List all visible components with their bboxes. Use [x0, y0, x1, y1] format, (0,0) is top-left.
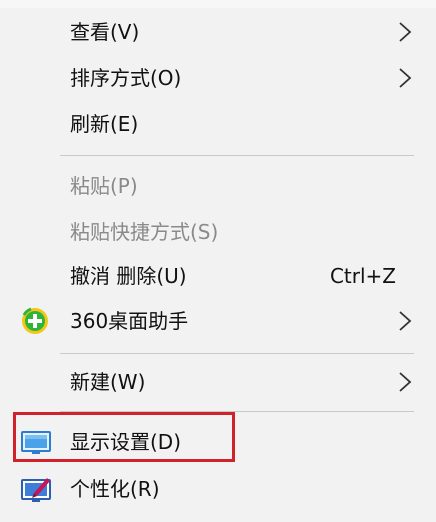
chevron-right-icon	[399, 68, 412, 88]
personalize-icon	[21, 478, 51, 502]
chevron-right-icon	[399, 22, 412, 42]
menu-item-view[interactable]: 查看(V)	[0, 10, 436, 54]
menu-item-label: 撤消 删除(U)	[70, 264, 187, 288]
menu-item-undo-delete[interactable]: 撤消 删除(U) Ctrl+Z	[0, 254, 436, 298]
menu-item-refresh[interactable]: 刷新(E)	[0, 102, 436, 146]
menu-item-paste-shortcut: 粘贴快捷方式(S)	[0, 210, 436, 254]
menu-item-label: 查看(V)	[70, 20, 140, 44]
chevron-right-icon	[399, 372, 412, 392]
menu-item-label: 360桌面助手	[70, 309, 189, 333]
menu-separator	[60, 353, 414, 354]
menu-separator	[60, 155, 414, 156]
menu-item-display-settings[interactable]: 显示设置(D)	[0, 420, 436, 464]
menu-item-personalize[interactable]: 个性化(R)	[0, 467, 436, 511]
menu-item-sort-by[interactable]: 排序方式(O)	[0, 56, 436, 100]
360-assistant-icon	[22, 307, 48, 334]
menu-item-label: 显示设置(D)	[70, 430, 182, 454]
menu-item-label: 个性化(R)	[70, 477, 160, 501]
display-settings-icon	[21, 431, 51, 454]
menu-top-edge	[0, 0, 436, 8]
menu-item-label: 排序方式(O)	[70, 66, 182, 90]
menu-item-360-desktop-assistant[interactable]: 360桌面助手	[0, 299, 436, 343]
menu-item-shortcut: Ctrl+Z	[329, 264, 396, 288]
menu-item-new[interactable]: 新建(W)	[0, 360, 436, 404]
menu-item-label: 刷新(E)	[70, 112, 139, 136]
context-menu: 查看(V) 排序方式(O) 刷新(E) 粘贴(P) 粘贴快捷方式(S) 撤消 删…	[0, 0, 436, 522]
menu-item-label: 粘贴快捷方式(S)	[70, 220, 219, 244]
menu-item-paste: 粘贴(P)	[0, 164, 436, 208]
chevron-right-icon	[399, 311, 412, 331]
menu-item-label: 新建(W)	[70, 370, 146, 394]
menu-separator	[60, 411, 414, 412]
menu-item-label: 粘贴(P)	[70, 174, 138, 198]
